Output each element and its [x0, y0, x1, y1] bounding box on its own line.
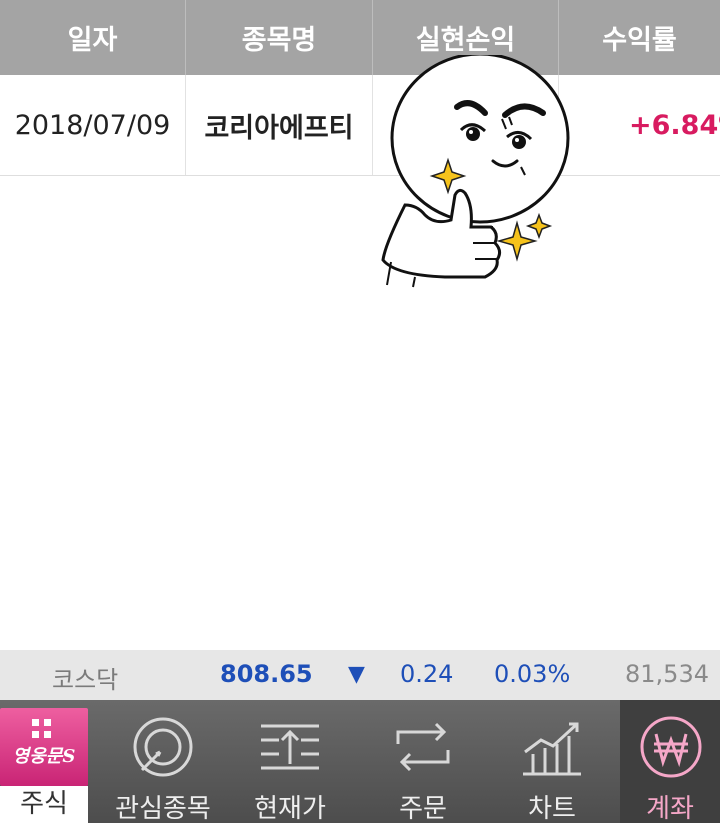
watchlist-icon: [133, 717, 193, 777]
table-header: 일자 종목명 실현손익 수익률: [0, 0, 720, 75]
nav-label-account: 계좌: [646, 794, 694, 823]
screen: 일자 종목명 실현손익 수익률 2018/07/09 코리아에프티 +6.84%: [0, 0, 720, 823]
header-return-rate[interactable]: 수익률: [559, 0, 720, 75]
thumbs-up-sticker-icon: [381, 55, 570, 288]
nav-item-current-price[interactable]: 현재가: [240, 700, 340, 823]
bottom-nav: 영웅문S 주식 관심종목 현재가 주문 차트 계좌: [0, 700, 720, 823]
nav-label-watchlist: 관심종목: [115, 794, 211, 823]
nav-label-stock: 주식: [0, 786, 88, 823]
cell-stock-name: 코리아에프티: [186, 75, 373, 175]
market-index-bar[interactable]: 코스닥 808.65 ▼ 0.24 0.03% 81,534: [0, 650, 720, 700]
table-row[interactable]: 2018/07/09 코리아에프티 +6.84%: [0, 75, 720, 176]
index-change: 0.24: [400, 660, 454, 688]
cell-date: 2018/07/09: [0, 75, 186, 175]
price-icon: [261, 724, 319, 770]
nav-item-stock[interactable]: 영웅문S 주식: [0, 700, 88, 823]
nav-item-account[interactable]: 계좌: [620, 700, 720, 823]
index-change-rate: 0.03%: [494, 660, 571, 688]
nav-label-current-price: 현재가: [254, 794, 326, 823]
grid-icon: [32, 719, 51, 738]
index-value: 808.65: [220, 660, 313, 688]
chart-icon: [523, 722, 581, 776]
won-icon: [640, 716, 702, 778]
header-date[interactable]: 일자: [0, 0, 186, 75]
index-name: 코스닥: [52, 666, 119, 694]
exchange-arrows-icon: [396, 722, 450, 772]
index-volume: 81,534: [625, 660, 709, 688]
down-arrow-icon: ▼: [348, 662, 365, 687]
nav-label-order: 주문: [399, 794, 447, 823]
nav-item-watchlist[interactable]: 관심종목: [108, 700, 218, 823]
cell-return-rate: +6.84%: [629, 109, 720, 141]
brand-text: 영웅문S: [12, 746, 76, 767]
nav-item-chart[interactable]: 차트: [497, 700, 607, 823]
header-stock-name[interactable]: 종목명: [186, 0, 373, 75]
nav-item-order[interactable]: 주문: [368, 700, 478, 823]
